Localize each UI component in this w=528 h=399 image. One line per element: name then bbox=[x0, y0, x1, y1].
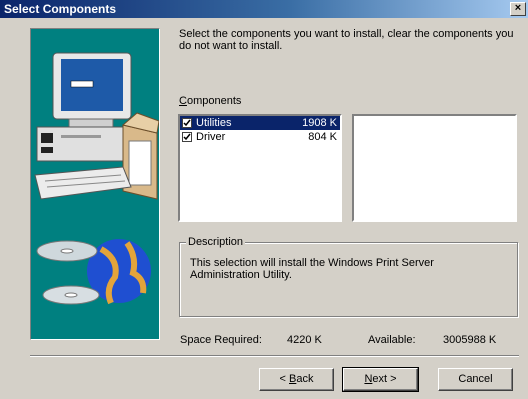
components-listbox[interactable]: Utilities 1908 K Driver 804 K bbox=[178, 114, 342, 222]
component-size: 1908 K bbox=[302, 117, 337, 129]
description-groupbox: Description This selection will install … bbox=[179, 236, 518, 317]
component-row-utilities[interactable]: Utilities 1908 K bbox=[180, 116, 340, 130]
component-row-driver[interactable]: Driver 804 K bbox=[180, 130, 340, 144]
subcomponents-listbox[interactable] bbox=[352, 114, 517, 222]
select-components-dialog: Select Components × Select the component… bbox=[0, 0, 528, 399]
checkbox-driver[interactable] bbox=[182, 132, 192, 142]
space-available-value: 3005988 K bbox=[443, 334, 497, 346]
back-button[interactable]: < Back bbox=[259, 368, 334, 391]
next-rest: ext > bbox=[372, 373, 397, 385]
components-label: Components bbox=[179, 95, 241, 107]
back-rest: ack bbox=[296, 373, 314, 385]
checkmark-icon bbox=[183, 119, 191, 127]
component-name: Driver bbox=[196, 131, 226, 143]
cancel-button[interactable]: Cancel bbox=[438, 368, 513, 391]
description-text: This selection will install the Windows … bbox=[190, 257, 434, 281]
component-name: Utilities bbox=[196, 117, 232, 129]
instruction-text: Select the components you want to instal… bbox=[179, 28, 514, 52]
separator-line bbox=[30, 355, 519, 357]
close-button[interactable]: × bbox=[510, 2, 526, 16]
components-label-rest: omponents bbox=[186, 95, 242, 107]
back-prefix: < bbox=[279, 373, 289, 385]
window-title: Select Components bbox=[4, 2, 117, 16]
close-icon: × bbox=[514, 2, 522, 14]
title-bar[interactable]: Select Components × bbox=[0, 0, 528, 18]
description-legend: Description bbox=[186, 236, 246, 248]
computer-with-cds-icon bbox=[34, 52, 159, 305]
setup-illustration bbox=[30, 28, 160, 340]
space-available-label: Available: bbox=[368, 334, 416, 346]
components-label-mnemonic: C bbox=[179, 95, 187, 107]
space-required-label: Space Required: bbox=[180, 334, 262, 346]
next-button[interactable]: Next > bbox=[342, 367, 419, 392]
checkmark-icon bbox=[183, 133, 191, 141]
component-size: 804 K bbox=[308, 131, 337, 143]
space-required-value: 4220 K bbox=[287, 334, 322, 346]
checkbox-utilities[interactable] bbox=[182, 118, 192, 128]
